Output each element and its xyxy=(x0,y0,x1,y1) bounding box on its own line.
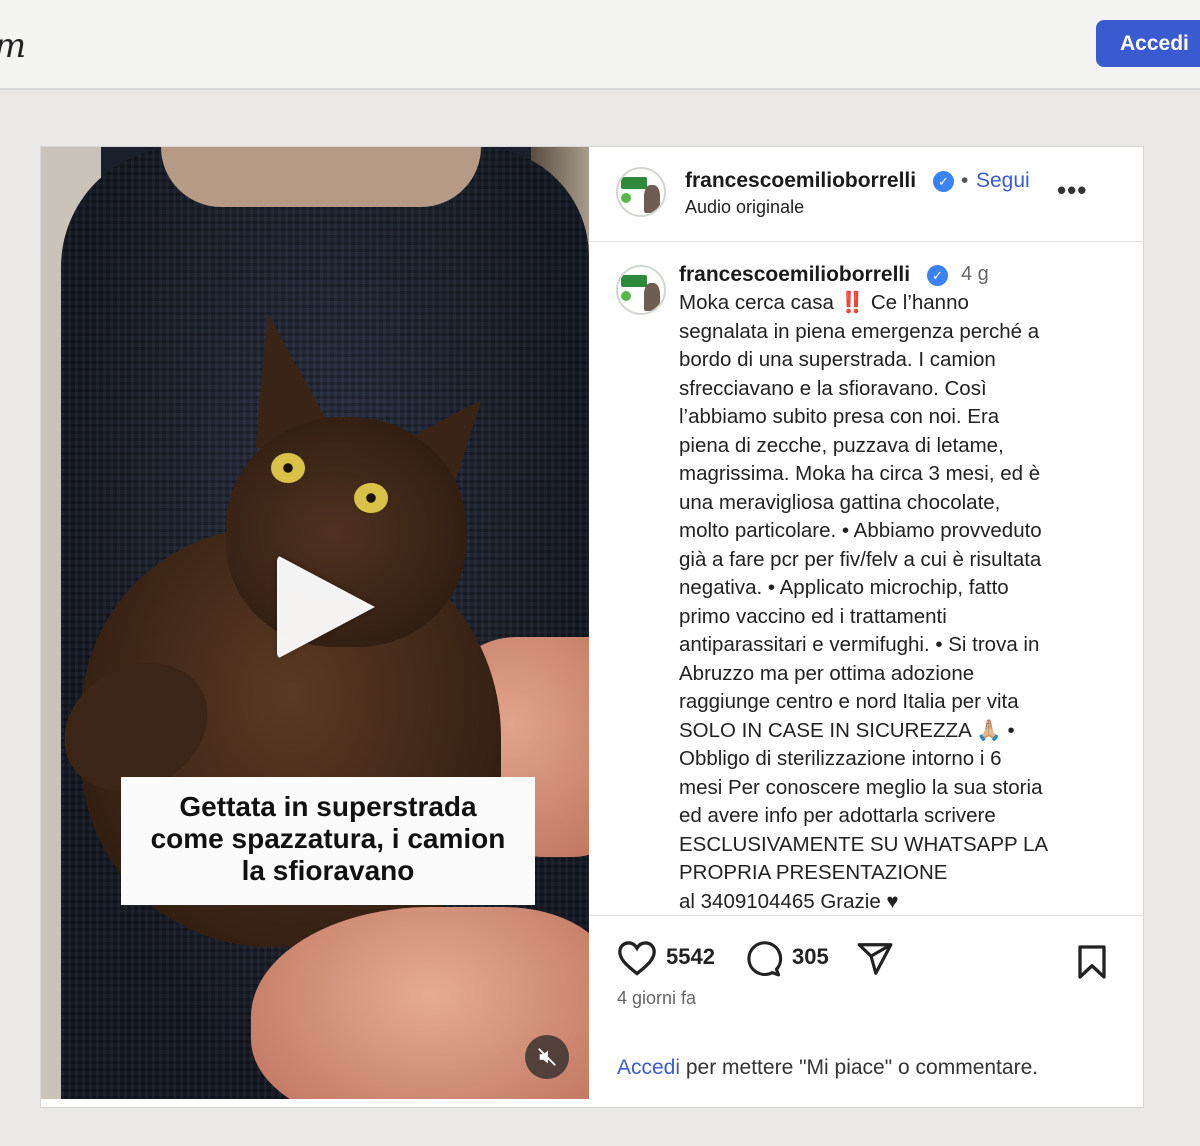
post-caption: Moka cerca casa ‼️ Ce l’hanno segnalata … xyxy=(679,289,1119,916)
post-container: Gettata in superstrada come spazzatura, … xyxy=(40,146,1145,1109)
comment-icon[interactable] xyxy=(743,940,783,978)
caption-avatar[interactable] xyxy=(616,265,666,315)
caption-line: Obbligo di sterilizzazione intorno i 6 xyxy=(679,747,1002,770)
person-neck xyxy=(161,147,481,207)
caption-line: magrissima. Moka ha circa 3 mesi, ed è xyxy=(679,462,1041,485)
heart-icon[interactable] xyxy=(617,940,657,976)
caption-line: molto particolare. • Abbiamo provveduto xyxy=(679,519,1042,542)
caption-line: Moka cerca casa ‼️ Ce l’hanno xyxy=(679,291,969,314)
caption-line: già a fare pcr per fiv/felv a cui è risu… xyxy=(679,547,1042,571)
caption-line: ESCLUSIVAMENTE SU WHATSAPP LA xyxy=(679,832,1049,856)
share-icon[interactable] xyxy=(855,940,895,978)
caption-username-link[interactable]: francescoemilioborrelli xyxy=(679,263,910,287)
caption-line: PROPRIA PRESENTAZIONE xyxy=(679,861,948,884)
caption-line: SOLO IN CASE IN SICUREZZA 🙏🏼 • xyxy=(679,718,1015,742)
cat-eye-right xyxy=(354,483,388,513)
caption-line: raggiunge centro e nord Italia per vita xyxy=(679,690,1019,713)
username-link[interactable]: francescoemilioborrelli xyxy=(685,169,916,193)
video-caption-line: come spazzatura, i camion xyxy=(150,823,506,854)
top-bar: m Accedi xyxy=(0,0,1200,90)
post-date: 4 giorni fa xyxy=(617,988,697,1008)
caption-line: primo vaccino ed i trattamenti xyxy=(679,604,947,628)
post-sidebar: francescoemilioborrelli ✓ • Segui Audio … xyxy=(589,147,1145,1109)
post-actions: 5542 305 4 giorni fa Accedi per mettere … xyxy=(589,915,1145,1109)
audio-link[interactable]: Audio originale xyxy=(685,197,804,218)
caption-line: al 3409104465 Grazie ♥ xyxy=(679,889,899,913)
caption-line: negativa. • Applicato microchip, fatto xyxy=(679,576,1009,599)
separator-dot: • xyxy=(961,169,969,192)
caption-line: sfrecciavano e la sfioravano. Così xyxy=(679,376,987,400)
caption-line: una meravigliosa gattina chocolate, xyxy=(679,490,1001,514)
verified-badge-icon: ✓ xyxy=(933,171,954,192)
video-caption-line: la sfioravano xyxy=(241,855,415,886)
caption-line: piena di zecche, puzzava di letame, xyxy=(679,433,1004,457)
post-time[interactable]: 4 g xyxy=(961,263,989,286)
bookmark-icon[interactable] xyxy=(1075,944,1109,980)
play-icon[interactable] xyxy=(277,555,375,659)
caption-line: antiparassitari e vermifughi. • Si trova… xyxy=(679,633,1040,656)
post-header: francescoemilioborrelli ✓ • Segui Audio … xyxy=(589,147,1145,242)
instagram-logo[interactable]: m xyxy=(0,26,26,66)
caption-line: l’abbiamo subito presa con noi. Era xyxy=(679,405,1000,428)
follow-button[interactable]: Segui xyxy=(976,169,1030,193)
video-caption-overlay: Gettata in superstrada come spazzatura, … xyxy=(121,777,535,905)
caption-line: Abruzzo ma per ottima adozione xyxy=(679,661,975,685)
login-prompt-text: per mettere "Mi piace" o commentare. xyxy=(680,1056,1039,1079)
caption-line: bordo di una superstrada. I camion xyxy=(679,348,996,371)
cat-eye-left xyxy=(271,453,305,483)
login-link[interactable]: Accedi xyxy=(617,1056,680,1079)
more-options-icon[interactable]: ••• xyxy=(1057,175,1087,206)
speaker-muted-icon xyxy=(538,1048,556,1066)
mute-button[interactable] xyxy=(525,1035,569,1079)
video-player[interactable]: Gettata in superstrada come spazzatura, … xyxy=(41,147,589,1099)
caption-line: mesi Per conoscere meglio la sua storia xyxy=(679,775,1043,799)
caption-line: ed avere info per adottarla scrivere xyxy=(679,804,996,827)
avatar[interactable] xyxy=(616,167,666,217)
caption-line: segnalata in piena emergenza perché a xyxy=(679,319,1040,343)
video-caption-line: Gettata in superstrada xyxy=(179,791,477,822)
login-prompt: Accedi per mettere "Mi piace" o commenta… xyxy=(617,1056,1038,1080)
verified-badge-icon: ✓ xyxy=(927,265,948,286)
login-button[interactable]: Accedi xyxy=(1096,20,1200,67)
comment-count[interactable]: 305 xyxy=(792,944,829,970)
like-count[interactable]: 5542 xyxy=(666,944,715,970)
